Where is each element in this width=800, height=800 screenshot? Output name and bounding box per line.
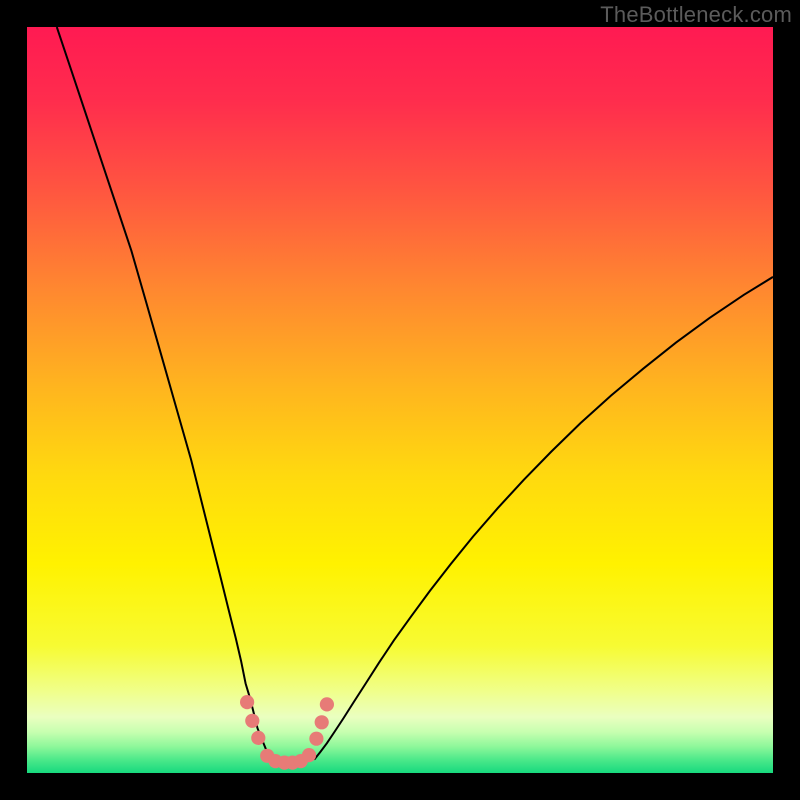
- trough-dot: [240, 695, 254, 709]
- trough-dot: [302, 748, 316, 762]
- trough-dot: [320, 697, 334, 711]
- chart-frame: TheBottleneck.com: [0, 0, 800, 800]
- trough-dot: [251, 731, 265, 745]
- watermark: TheBottleneck.com: [600, 2, 792, 28]
- plot-area: [27, 27, 773, 773]
- trough-dot: [245, 714, 259, 728]
- trough-dot: [309, 732, 323, 746]
- trough-dot: [315, 715, 329, 729]
- gradient-background: [27, 27, 773, 773]
- chart-svg: [27, 27, 773, 773]
